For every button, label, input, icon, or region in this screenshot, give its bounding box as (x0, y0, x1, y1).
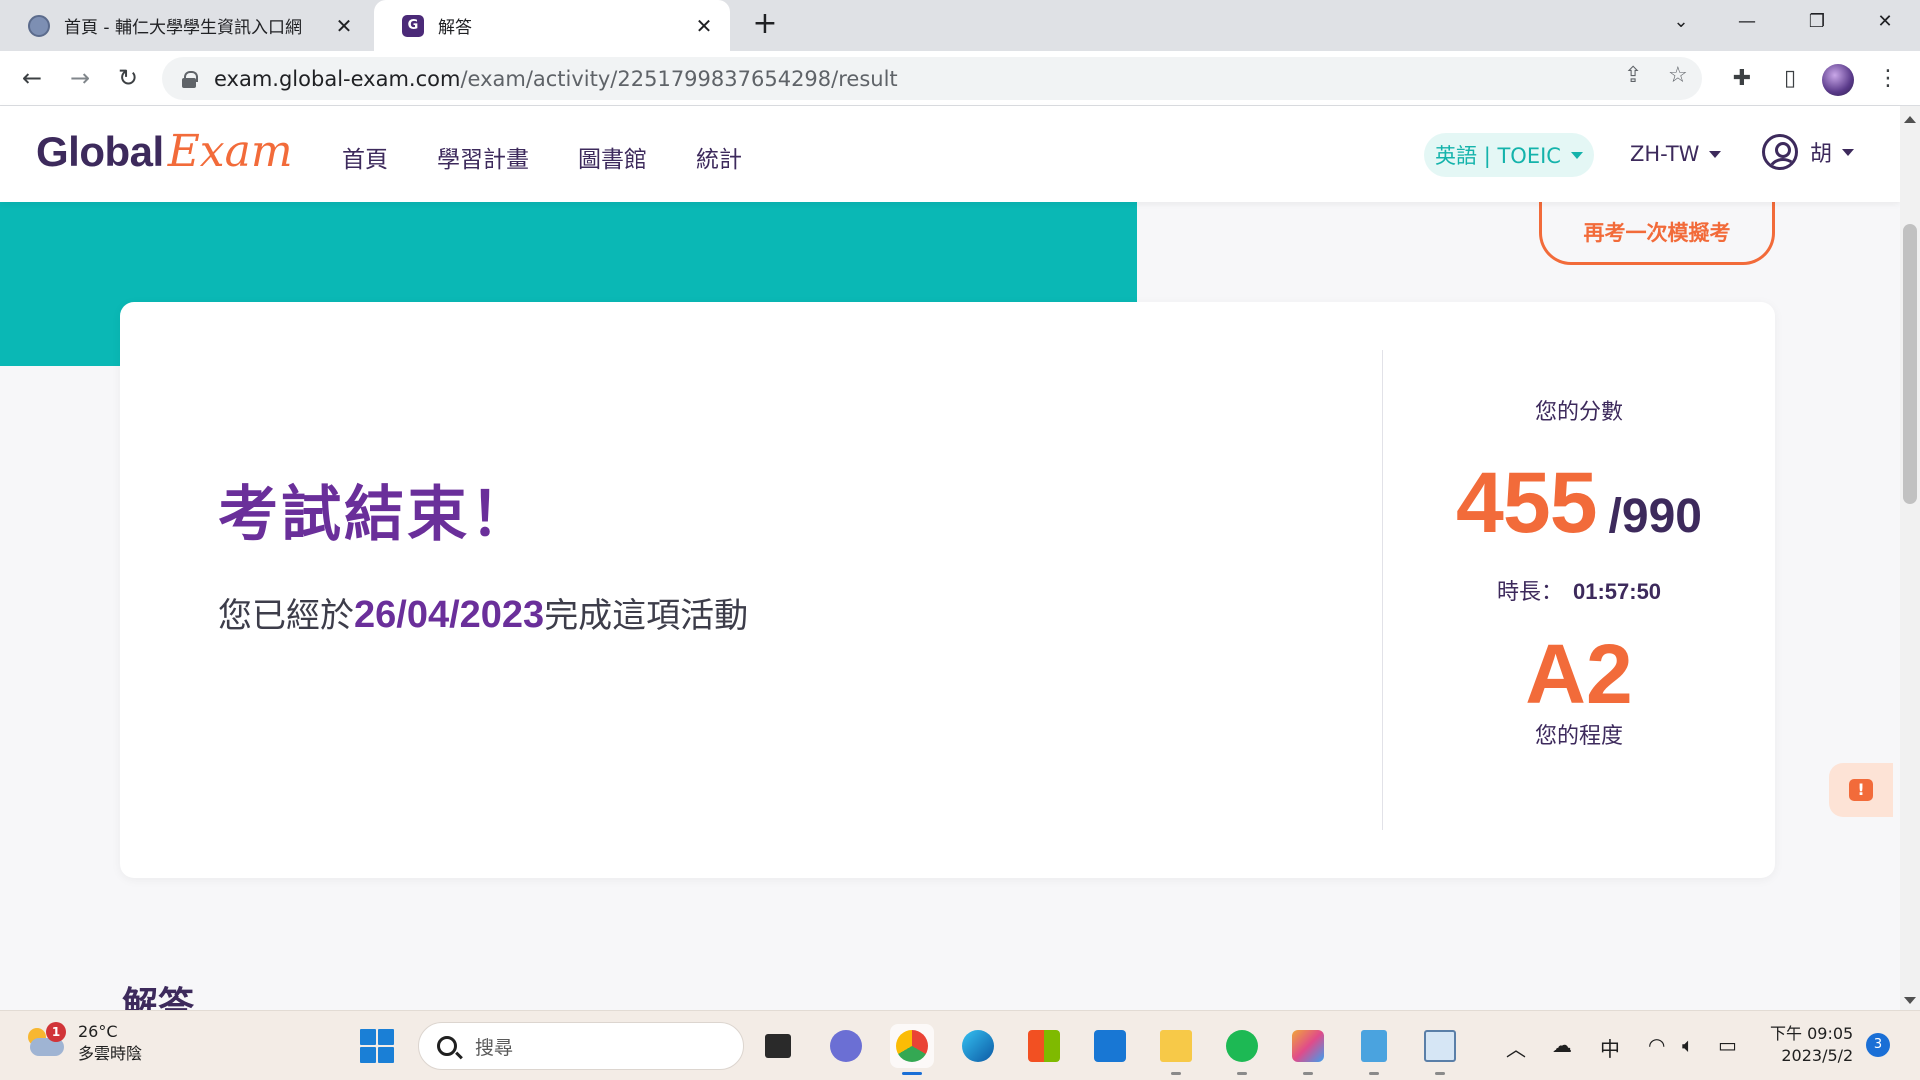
duration: 時長： 01:57:50 (1383, 574, 1775, 606)
browser-toolbar: ← → ↻ exam.global-exam.com/exam/activity… (0, 51, 1920, 106)
duration-value: 01:57:50 (1572, 579, 1662, 604)
page-scrollbar[interactable] (1900, 106, 1920, 1010)
tab-search-chevron-icon[interactable]: ⌄ (1646, 0, 1716, 44)
globalexam-logo[interactable]: Global Exam (36, 126, 293, 182)
weather-temperature: 26°C (78, 1022, 118, 1041)
chrome-icon[interactable] (890, 1024, 934, 1075)
exam-finished-title: 考試結束！ (218, 480, 533, 550)
bookmark-star-icon[interactable]: ☆ (1668, 63, 1688, 88)
duration-label: 時長： (1496, 580, 1563, 605)
windows-start-icon[interactable] (360, 1029, 394, 1063)
close-tab-icon[interactable]: ✕ (692, 14, 716, 38)
profile-avatar[interactable] (1822, 64, 1854, 96)
task-view-icon[interactable] (756, 1024, 800, 1068)
url-text[interactable]: exam.global-exam.com/exam/activity/22517… (214, 67, 898, 91)
tab-title: 解答 (438, 18, 472, 38)
score-value: 455 (1456, 455, 1597, 551)
back-arrow-icon[interactable]: ← (14, 60, 50, 96)
scroll-up-arrow-icon[interactable] (1904, 116, 1916, 123)
mail-icon[interactable] (1088, 1024, 1132, 1068)
notification-badge[interactable]: 3 (1866, 1033, 1890, 1057)
input-method-indicator[interactable]: 中 (1600, 1033, 1620, 1062)
language-selector[interactable]: 英語 | TOEIC (1424, 133, 1594, 177)
level-value: A2 (1525, 627, 1633, 721)
share-icon[interactable]: ⇪ (1624, 63, 1642, 88)
new-tab-button[interactable]: + (748, 8, 782, 42)
nav-home[interactable]: 首頁 (342, 140, 388, 174)
close-tab-icon[interactable]: ✕ (332, 14, 356, 38)
caret-down-icon (1570, 151, 1583, 159)
system-clock[interactable]: 下午 09:05 2023/5/2 (1770, 1023, 1853, 1067)
notepad-icon[interactable] (1352, 1024, 1396, 1075)
user-name: 胡 (1810, 142, 1833, 167)
site-header: Global Exam 首頁 學習計畫 圖書館 統計 英語 | TOEIC ZH… (0, 106, 1900, 202)
app-cube-icon[interactable] (1286, 1024, 1330, 1075)
file-explorer-icon[interactable] (1154, 1024, 1198, 1075)
result-card: 考試結束！ 您已經於26/04/2023完成這項活動 您的分數 455 /990… (120, 302, 1775, 878)
partly-cloudy-icon: 1 (26, 1022, 66, 1058)
main-nav: 首頁 學習計畫 圖書館 統計 (342, 140, 791, 174)
tab-fju-portal[interactable]: 首頁 - 輔仁大學學生資訊入口網 ✕ (0, 0, 370, 51)
microsoft-store-icon[interactable] (1022, 1024, 1066, 1068)
score-line: 455 /990 (1383, 454, 1775, 553)
retake-exam-button[interactable]: 再考一次模擬考 (1539, 202, 1775, 265)
spotify-icon[interactable] (1220, 1024, 1264, 1075)
score-panel: 您的分數 455 /990 時長： 01:57:50 A2 您的程度 (1383, 302, 1775, 878)
feedback-button[interactable]: ! (1829, 763, 1893, 817)
forward-arrow-icon[interactable]: → (62, 60, 98, 96)
tab-title: 首頁 - 輔仁大學學生資訊入口網 (64, 18, 302, 38)
minimize-icon[interactable]: — (1712, 0, 1782, 44)
performance-monitor-icon[interactable] (1418, 1024, 1462, 1075)
weather-widget[interactable]: 1 26°C 多雲時陰 (26, 1021, 142, 1065)
clock-time: 下午 09:05 (1770, 1024, 1854, 1043)
extensions-puzzle-icon[interactable]: ✚ (1726, 63, 1758, 95)
clock-date: 2023/5/2 (1781, 1046, 1854, 1065)
volume-icon[interactable]: 🔈︎ (1682, 1033, 1694, 1057)
completion-message: 您已經於26/04/2023完成這項活動 (218, 594, 749, 636)
weather-badge: 1 (46, 1022, 66, 1042)
globalexam-favicon-icon: G (402, 14, 424, 37)
feedback-alert-icon: ! (1849, 779, 1873, 801)
reload-icon[interactable]: ↻ (110, 60, 146, 96)
caret-down-icon (1842, 148, 1855, 156)
search-placeholder: 搜尋 (475, 1036, 514, 1059)
score-label: 您的分數 (1534, 400, 1623, 425)
nav-statistics[interactable]: 統計 (696, 140, 742, 174)
user-account-icon (1762, 134, 1798, 170)
completion-date: 26/04/2023 (354, 594, 545, 636)
scroll-thumb[interactable] (1903, 224, 1917, 504)
level-label: 您的程度 (1534, 724, 1623, 749)
battery-icon[interactable]: ▭ (1718, 1033, 1737, 1057)
taskbar-search[interactable]: 搜尋 (418, 1022, 744, 1070)
wifi-icon[interactable]: ◠ (1648, 1033, 1665, 1057)
more-menu-icon[interactable]: ⋮ (1872, 63, 1904, 95)
weather-description: 多雲時陰 (78, 1044, 143, 1063)
side-panel-icon[interactable]: ▯ (1774, 63, 1806, 95)
score-max: /990 (1608, 490, 1702, 543)
close-window-icon[interactable]: ✕ (1850, 0, 1920, 44)
restore-icon[interactable]: ❐ (1782, 0, 1852, 44)
browser-tab-strip: 首頁 - 輔仁大學學生資訊入口網 ✕ G 解答 ✕ + ⌄ — ❐ ✕ (0, 0, 1920, 51)
nav-study-plan[interactable]: 學習計畫 (437, 140, 529, 174)
edge-icon[interactable] (956, 1024, 1000, 1068)
locale-selector[interactable]: ZH-TW (1630, 142, 1722, 166)
windows-taskbar: 1 26°C 多雲時陰 搜尋 ︿ ☁ 中 ◠ 🔈︎ ▭ 下午 09:05 202… (0, 1010, 1920, 1080)
tab-answers[interactable]: G 解答 ✕ (374, 0, 730, 51)
nav-library[interactable]: 圖書館 (578, 140, 647, 174)
scroll-down-arrow-icon[interactable] (1904, 997, 1916, 1004)
search-icon (437, 1036, 457, 1056)
lock-icon[interactable] (182, 70, 198, 88)
user-menu[interactable]: 胡 (1762, 134, 1855, 170)
address-bar[interactable]: exam.global-exam.com/exam/activity/22517… (162, 57, 1702, 100)
caret-down-icon (1709, 150, 1722, 158)
university-favicon-icon (28, 14, 50, 37)
teams-chat-icon[interactable] (824, 1024, 868, 1068)
show-hidden-icons-chevron-icon[interactable]: ︿ (1506, 1033, 1526, 1062)
onedrive-cloud-icon[interactable]: ☁ (1552, 1033, 1572, 1057)
